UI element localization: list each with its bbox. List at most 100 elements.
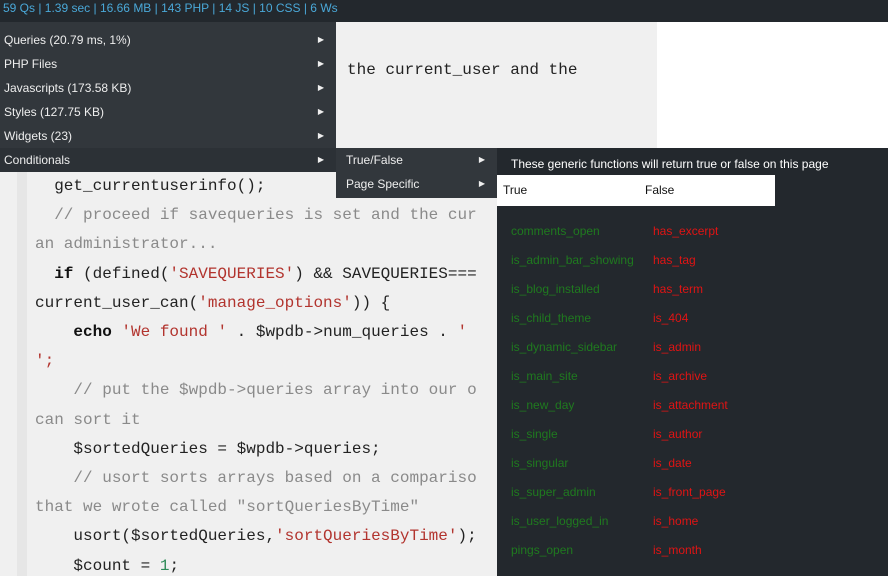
code-token: 'SAVEQUERIES' <box>169 264 295 283</box>
code-token: if <box>54 264 74 283</box>
code-token: ; <box>169 556 180 575</box>
false-function-item: is_home <box>653 514 699 528</box>
code-token: // usort sorts arrays based on a compari… <box>35 469 477 487</box>
true-function-item: is_dynamic_sidebar <box>511 340 618 354</box>
code-token: // put the $wpdb->queries array into our… <box>35 381 477 400</box>
chevron-right-icon: ▶ <box>317 35 324 44</box>
menu-item-label: PHP Files <box>4 57 58 71</box>
false-function-item: is_front_page <box>653 485 726 499</box>
true-function-item: is_singular <box>511 456 569 470</box>
chevron-right-icon: ▶ <box>317 107 324 116</box>
true-function-item: pings_open <box>511 543 574 557</box>
submenu-item-label: True/False <box>346 153 403 167</box>
code-token: can sort it <box>35 410 141 429</box>
false-function-item: is_attachment <box>653 398 728 412</box>
code-line: current_user_can('manage_options')) { <box>35 294 390 312</box>
false-function-item: has_term <box>653 282 704 296</box>
code-token: an administrator... <box>35 235 218 254</box>
column-header-true: True <box>503 183 528 197</box>
false-function-item: is_admin <box>653 340 702 354</box>
code-token: '; <box>35 352 55 371</box>
code-token: ' <box>457 323 468 341</box>
true-function-item: is_new_day <box>511 398 575 412</box>
true-function-item: is_single <box>511 427 558 441</box>
column-header-false: False <box>645 183 675 197</box>
conditionals-table-header: True False <box>497 175 775 206</box>
panel-description: These generic functions will return true… <box>511 157 829 171</box>
submenu-item-true-false[interactable]: True/False ▶ <box>336 148 497 172</box>
false-function-item: is_month <box>653 543 702 557</box>
false-function-item: is_404 <box>653 311 689 325</box>
false-function-item: has_tag <box>653 253 696 267</box>
false-function-item: has_excerpt <box>653 224 719 238</box>
code-line: $count = 1; <box>35 557 179 575</box>
code-line: $sortedQueries = $wpdb->queries; <box>35 439 381 458</box>
code-line: // put the $wpdb->queries array into our… <box>35 381 477 400</box>
code-token: ); <box>457 527 477 546</box>
code-token: current_user_can( <box>35 293 199 312</box>
false-function-item: is_date <box>653 456 692 470</box>
submenu-item-page-specific[interactable]: Page Specific ▶ <box>336 172 497 196</box>
menu-item-label: Javascripts (173.58 KB) <box>4 81 132 95</box>
code-line: get_currentuserinfo(); <box>35 177 265 195</box>
code-token: )) { <box>351 293 391 312</box>
code-token: 'We found ' <box>121 323 228 341</box>
code-token: $count = <box>35 556 160 575</box>
code-token: ) && SAVEQUERIES=== <box>294 264 477 283</box>
code-line: that we wrote called "sortQueriesByTime" <box>35 498 419 516</box>
code-token: . $wpdb->num_queries . <box>227 323 458 341</box>
code-line: an administrator... <box>35 235 217 253</box>
code-line: if (defined('SAVEQUERIES') && SAVEQUERIE… <box>35 264 477 283</box>
conditionals-panel: These generic functions will return true… <box>497 148 888 576</box>
conditionals-submenu: True/False ▶ Page Specific ▶ <box>336 148 497 198</box>
stats-summary: 59 Qs | 1.39 sec | 16.66 MB | 143 PHP | … <box>3 1 338 15</box>
code-line-partial: the current_user and the <box>347 61 578 79</box>
menu-item-widgets[interactable]: Widgets (23) ▶ <box>0 124 336 148</box>
true-function-item: is_admin_bar_showing <box>511 253 634 267</box>
query-monitor-stats-bar[interactable]: 59 Qs | 1.39 sec | 16.66 MB | 143 PHP | … <box>0 0 888 22</box>
code-token: (defined( <box>73 264 170 283</box>
chevron-right-icon: ▶ <box>478 179 485 188</box>
chevron-right-icon: ▶ <box>478 155 485 164</box>
chevron-right-icon: ▶ <box>317 83 324 92</box>
false-function-item: is_author <box>653 427 703 441</box>
chevron-right-icon: ▶ <box>317 155 324 164</box>
code-token: 'sortQueriesByTime' <box>275 527 458 546</box>
false-function-item: is_archive <box>653 369 708 383</box>
menu-item-javascripts[interactable]: Javascripts (173.58 KB) ▶ <box>0 76 336 100</box>
true-function-item: is_child_theme <box>511 311 592 325</box>
code-token: get_currentuserinfo(); <box>35 177 266 195</box>
true-function-item: comments_open <box>511 224 600 238</box>
chevron-right-icon: ▶ <box>317 131 324 140</box>
code-line: echo 'We found ' . $wpdb->num_queries . … <box>35 323 467 341</box>
menu-item-php-files[interactable]: PHP Files ▶ <box>0 52 336 76</box>
menu-item-label: Queries (20.79 ms, 1%) <box>4 33 131 47</box>
query-monitor-menu: Queries (20.79 ms, 1%) ▶ PHP Files ▶ Jav… <box>0 22 336 172</box>
menu-item-queries[interactable]: Queries (20.79 ms, 1%) ▶ <box>0 28 336 52</box>
menu-item-label: Styles (127.75 KB) <box>4 105 105 119</box>
true-function-item: is_main_site <box>511 369 578 383</box>
true-function-item: is_super_admin <box>511 485 596 499</box>
menu-item-label: Conditionals <box>4 153 71 167</box>
menu-item-styles[interactable]: Styles (127.75 KB) ▶ <box>0 100 336 124</box>
submenu-item-label: Page Specific <box>346 177 420 191</box>
code-token: // proceed if savequeries is set and the… <box>35 206 477 225</box>
code-line: usort($sortedQueries,'sortQueriesByTime'… <box>35 527 477 546</box>
code-line: '; <box>35 352 54 370</box>
code-token: 'manage_options' <box>198 293 352 312</box>
true-function-item: is_blog_installed <box>511 282 600 296</box>
code-token: echo <box>73 323 112 341</box>
true-function-item: is_user_logged_in <box>511 514 609 528</box>
code-token: usort($sortedQueries, <box>35 527 276 546</box>
page-background-white <box>657 22 888 142</box>
code-token: $sortedQueries = $wpdb->queries; <box>35 439 381 458</box>
menu-item-conditionals[interactable]: Conditionals ▶ <box>0 148 336 172</box>
chevron-right-icon: ▶ <box>317 59 324 68</box>
code-line: can sort it <box>35 411 141 429</box>
code-token: 1 <box>159 556 170 575</box>
code-token: that we wrote called "sortQueriesByTime" <box>35 498 420 517</box>
code-line: // usort sorts arrays based on a compari… <box>35 469 477 487</box>
